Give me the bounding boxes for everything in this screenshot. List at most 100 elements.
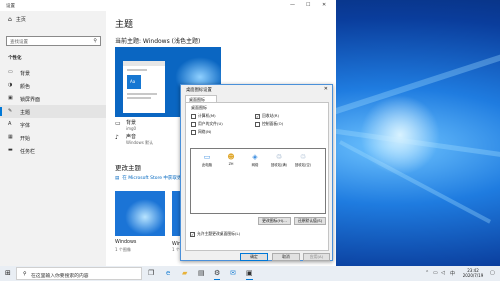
change-theme-heading: 更改主题 (115, 164, 141, 172)
wallpaper-glow (360, 95, 440, 175)
checkbox-box (191, 113, 196, 119)
cancel-button[interactable]: 取消 (272, 253, 300, 261)
search-icon: ⚲ (93, 38, 97, 44)
tile-glow (125, 199, 165, 235)
icon-label: 此电脑 (201, 163, 213, 167)
this-pc-icon: ▭ (203, 153, 211, 161)
checkbox-box (255, 121, 260, 127)
notification-icon[interactable]: ▢ (490, 270, 495, 276)
checkbox-label: 控制面板(O) (262, 121, 284, 126)
preview-accent-tile: Aa (127, 75, 141, 89)
icon-recycle-bin-empty[interactable]: ♲ 回收站(空) (293, 153, 313, 167)
close-button[interactable]: ✕ (322, 2, 326, 8)
sidebar-item-background[interactable]: ▭ 背景 (0, 66, 106, 79)
checkbox-recycle-bin[interactable]: ✓ 回收站(R) (255, 113, 279, 119)
taskbar-icon: ▬ (8, 147, 13, 153)
section-title: 个性化 (8, 56, 22, 61)
preview-line (127, 93, 157, 95)
lock-screen-icon: ▣ (8, 95, 13, 101)
checkbox-label: 回收站(R) (262, 113, 279, 118)
checkbox-label: 网络(N) (198, 129, 212, 134)
checkbox-box-checked: ✓ (190, 231, 195, 237)
icon-label: 网络 (251, 163, 259, 167)
background-setting[interactable]: ▭ 背景 img0 (115, 118, 185, 132)
window-title: 设置 (6, 4, 15, 9)
dialog-title: 桌面图标设置 (186, 88, 212, 93)
preview-window: Aa (123, 61, 165, 113)
sound-setting-value: Windows 默认 (126, 139, 154, 145)
icon-recycle-bin-full[interactable]: ♲ 回收站(满) (269, 153, 289, 167)
checkbox-control-panel[interactable]: 控制面板(O) (255, 121, 283, 127)
sidebar-item-label: 颜色 (20, 83, 31, 90)
icon-network[interactable]: ◈ 网络 (245, 153, 265, 167)
desktop-icon-list[interactable]: ▭ 此电脑 ☻ ZH ◈ 网络 ♲ 回收站(满) ♲ 回收站(空) (190, 148, 326, 214)
font-icon: A (8, 121, 12, 127)
recycle-bin-full-icon: ♲ (275, 153, 283, 161)
speaker-icon: ♪ (115, 134, 119, 141)
sidebar-item-label: 锁屏界面 (20, 96, 41, 103)
sidebar-item-start[interactable]: ▦ 开始 (0, 131, 106, 144)
restore-default-button[interactable]: 还原默认值(S) (294, 217, 326, 225)
clock[interactable]: 23:42 2020/7/19 (458, 268, 488, 279)
ok-button[interactable]: 确定 (240, 253, 268, 261)
sidebar-item-lock-screen[interactable]: ▣ 锁屏界面 (0, 92, 106, 105)
start-button[interactable]: ⊞ (5, 269, 11, 277)
sidebar-item-taskbar[interactable]: ▬ 任务栏 (0, 144, 106, 157)
settings-titlebar[interactable]: 设置 — ☐ ✕ (0, 0, 336, 11)
desktop-icon[interactable]: ▣ (246, 269, 253, 280)
icon-label: ZH (228, 162, 234, 166)
tray-chevron-icon[interactable]: ⌃ (425, 270, 429, 276)
checkbox-label: 允许主题更改桌面图标(L) (197, 231, 241, 236)
task-view-icon[interactable]: ❐ (148, 269, 154, 277)
network-icon: ◈ (252, 153, 258, 161)
maximize-button[interactable]: ☐ (306, 2, 310, 8)
volume-icon[interactable]: ◁ (441, 270, 445, 276)
store-icon: ▤ (115, 176, 120, 181)
icon-user-folder[interactable]: ☻ ZH (221, 153, 241, 166)
preview-window-header (123, 61, 165, 66)
ime-indicator[interactable]: 中 (450, 270, 455, 277)
theme-tile-windows[interactable] (115, 191, 165, 236)
user-folder-icon: ☻ (227, 153, 235, 161)
checkbox-label: 计算机(M) (198, 113, 216, 118)
checkbox-allow-themes[interactable]: ✓ 允许主题更改桌面图标(L) (190, 231, 240, 237)
sidebar-item-fonts[interactable]: A 字体 (0, 118, 106, 131)
checkbox-user-files[interactable]: 用户的文件(U) (191, 121, 223, 127)
preview-line (127, 97, 151, 99)
store-icon[interactable]: ▤ (198, 269, 205, 277)
dialog-close-button[interactable]: ✕ (324, 86, 328, 92)
clock-date: 2020/7/19 (462, 273, 484, 278)
search-icon: ⚲ (23, 271, 27, 277)
minimize-button[interactable]: — (290, 2, 295, 8)
checkbox-computer[interactable]: 计算机(M) (191, 113, 216, 119)
taskbar-search-box[interactable]: ⚲ 在这里输入你要搜索的内容 (16, 267, 142, 280)
sidebar-item-label: 字体 (20, 122, 31, 129)
file-explorer-icon[interactable]: ▰ (182, 269, 187, 277)
palette-icon: ◑ (8, 82, 13, 88)
dialog-body: 桌面图标 计算机(M) ✓ 回收站(R) 用户的文件(U) 控制面板(O) 网络(… (185, 102, 329, 251)
sidebar-item-colors[interactable]: ◑ 颜色 (0, 79, 106, 92)
image-icon: ▭ (115, 120, 121, 127)
mail-icon[interactable]: ✉ (230, 269, 236, 277)
network-tray-icon[interactable]: ▭ (433, 270, 438, 276)
search-placeholder: 查找设置 (10, 40, 28, 45)
sound-setting[interactable]: ♪ 声音 Windows 默认 (115, 132, 185, 146)
checkbox-network[interactable]: 网络(N) (191, 129, 211, 135)
icon-this-pc[interactable]: ▭ 此电脑 (197, 153, 217, 167)
change-icon-button[interactable]: 更改图标(H)... (258, 217, 291, 225)
tab-desktop-icons[interactable]: 桌面图标 (185, 95, 217, 102)
sidebar-item-label: 主题 (20, 109, 31, 116)
sidebar-item-label: 任务栏 (20, 148, 36, 155)
settings-icon[interactable]: ⚙ (214, 269, 221, 280)
apply-button[interactable]: 应用(A) (303, 253, 330, 261)
checkbox-box (191, 129, 196, 135)
sidebar-item-label: 开始 (20, 135, 31, 142)
icon-label: 回收站(满) (270, 163, 288, 167)
taskbar-search-placeholder: 在这里输入你要搜索的内容 (31, 273, 89, 279)
sidebar-item-themes[interactable]: ✎ 主题 (0, 105, 106, 118)
home-link[interactable]: ⌂ 主页 (8, 16, 26, 23)
recycle-bin-empty-icon: ♲ (299, 153, 307, 161)
settings-search-input[interactable]: 查找设置 ⚲ (6, 36, 101, 46)
edge-icon[interactable]: e (166, 269, 170, 277)
icon-label: 回收站(空) (294, 163, 312, 167)
